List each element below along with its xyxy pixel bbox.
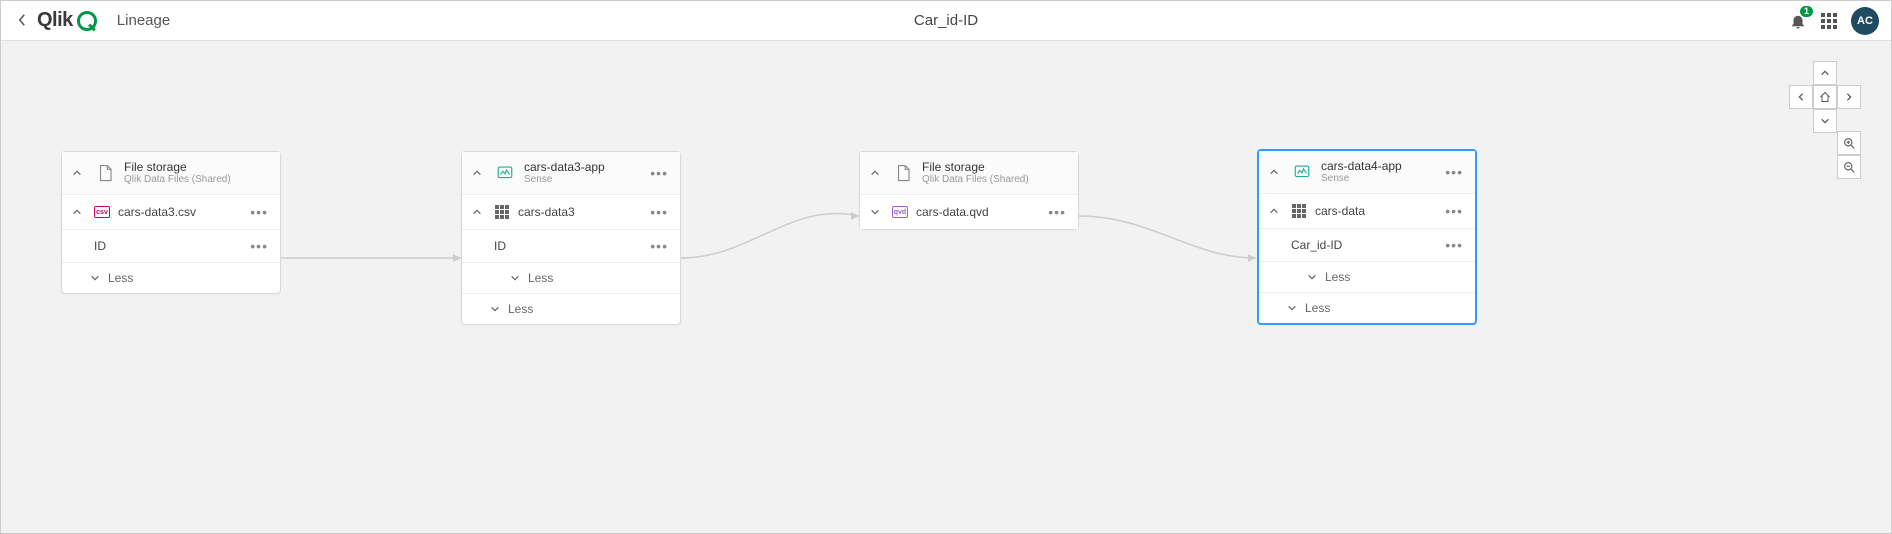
zoom-out-button[interactable] — [1837, 155, 1861, 179]
table-icon — [494, 204, 510, 220]
more-menu[interactable]: ••• — [648, 165, 670, 181]
more-menu[interactable]: ••• — [648, 204, 670, 220]
collapse-button[interactable] — [468, 203, 486, 221]
node-subtitle: Sense — [524, 174, 640, 186]
less-label: Less — [1325, 270, 1350, 284]
more-menu[interactable]: ••• — [1046, 204, 1068, 220]
collapse-button[interactable] — [68, 203, 86, 221]
collapse-button[interactable] — [1265, 163, 1283, 181]
lineage-node-app-2[interactable]: cars-data4-app Sense ••• cars-data ••• C… — [1257, 149, 1477, 325]
more-menu[interactable]: ••• — [248, 204, 270, 220]
field-label: Car_id-ID — [1265, 238, 1435, 252]
notification-badge: 1 — [1800, 6, 1813, 17]
more-menu[interactable]: ••• — [1443, 203, 1465, 219]
collapse-less[interactable]: Less — [1259, 292, 1475, 323]
dataset-label: cars-data3.csv — [118, 205, 240, 219]
zoom-in-button[interactable] — [1837, 131, 1861, 155]
csv-icon: csv — [94, 206, 110, 218]
dataset-label: cars-data — [1315, 204, 1435, 218]
app-launcher-icon[interactable] — [1821, 13, 1837, 29]
expand-button[interactable] — [866, 203, 884, 221]
collapse-less[interactable]: Less — [1259, 261, 1475, 292]
notifications-button[interactable]: 1 — [1789, 12, 1807, 30]
more-menu[interactable]: ••• — [1443, 237, 1465, 253]
app-header: Qlik Lineage Car_id-ID 1 AC — [1, 1, 1891, 41]
node-subtitle: Qlik Data Files (Shared) — [124, 174, 270, 186]
collapse-less[interactable]: Less — [462, 293, 680, 324]
file-icon — [94, 162, 116, 184]
dataset-label: cars-data3 — [518, 205, 640, 219]
node-title: File storage — [922, 160, 1068, 174]
zoom-controls — [1837, 131, 1861, 179]
breadcrumb-title: Car_id-ID — [914, 12, 978, 29]
qvd-icon: qvd — [892, 206, 908, 218]
pan-right-button[interactable] — [1837, 85, 1861, 109]
lineage-edges — [1, 41, 1891, 533]
lineage-node-file-storage-2[interactable]: File storage Qlik Data Files (Shared) qv… — [859, 151, 1079, 230]
node-subtitle: Sense — [1321, 173, 1435, 185]
back-button[interactable] — [13, 13, 31, 29]
less-label: Less — [108, 271, 133, 285]
less-label: Less — [1305, 301, 1330, 315]
pan-controls — [1789, 61, 1861, 133]
node-subtitle: Qlik Data Files (Shared) — [922, 174, 1068, 186]
collapse-less[interactable]: Less — [62, 262, 280, 293]
node-title: File storage — [124, 160, 270, 174]
app-icon — [1291, 161, 1313, 183]
pan-left-button[interactable] — [1789, 85, 1813, 109]
collapse-button[interactable] — [68, 164, 86, 182]
pan-home-button[interactable] — [1813, 85, 1837, 109]
file-icon — [892, 162, 914, 184]
avatar[interactable]: AC — [1851, 7, 1879, 35]
lineage-node-app-1[interactable]: cars-data3-app Sense ••• cars-data3 ••• … — [461, 151, 681, 325]
lineage-node-file-storage-1[interactable]: File storage Qlik Data Files (Shared) cs… — [61, 151, 281, 294]
node-title: cars-data4-app — [1321, 159, 1435, 173]
collapse-less[interactable]: Less — [462, 262, 680, 293]
field-label: ID — [68, 239, 240, 253]
table-icon — [1291, 203, 1307, 219]
collapse-button[interactable] — [866, 164, 884, 182]
app-icon — [494, 162, 516, 184]
more-menu[interactable]: ••• — [1443, 164, 1465, 180]
field-label: ID — [468, 239, 640, 253]
collapse-button[interactable] — [1265, 202, 1283, 220]
qlik-logo: Qlik — [37, 9, 97, 32]
logo-q-icon — [77, 11, 97, 31]
pan-up-button[interactable] — [1813, 61, 1837, 85]
lineage-canvas[interactable]: File storage Qlik Data Files (Shared) cs… — [1, 41, 1891, 533]
node-title: cars-data3-app — [524, 160, 640, 174]
page-title: Lineage — [117, 12, 170, 29]
logo-text: Qlik — [37, 9, 73, 32]
less-label: Less — [528, 271, 553, 285]
more-menu[interactable]: ••• — [248, 238, 270, 254]
collapse-button[interactable] — [468, 164, 486, 182]
dataset-label: cars-data.qvd — [916, 205, 1038, 219]
pan-down-button[interactable] — [1813, 109, 1837, 133]
less-label: Less — [508, 302, 533, 316]
more-menu[interactable]: ••• — [648, 238, 670, 254]
